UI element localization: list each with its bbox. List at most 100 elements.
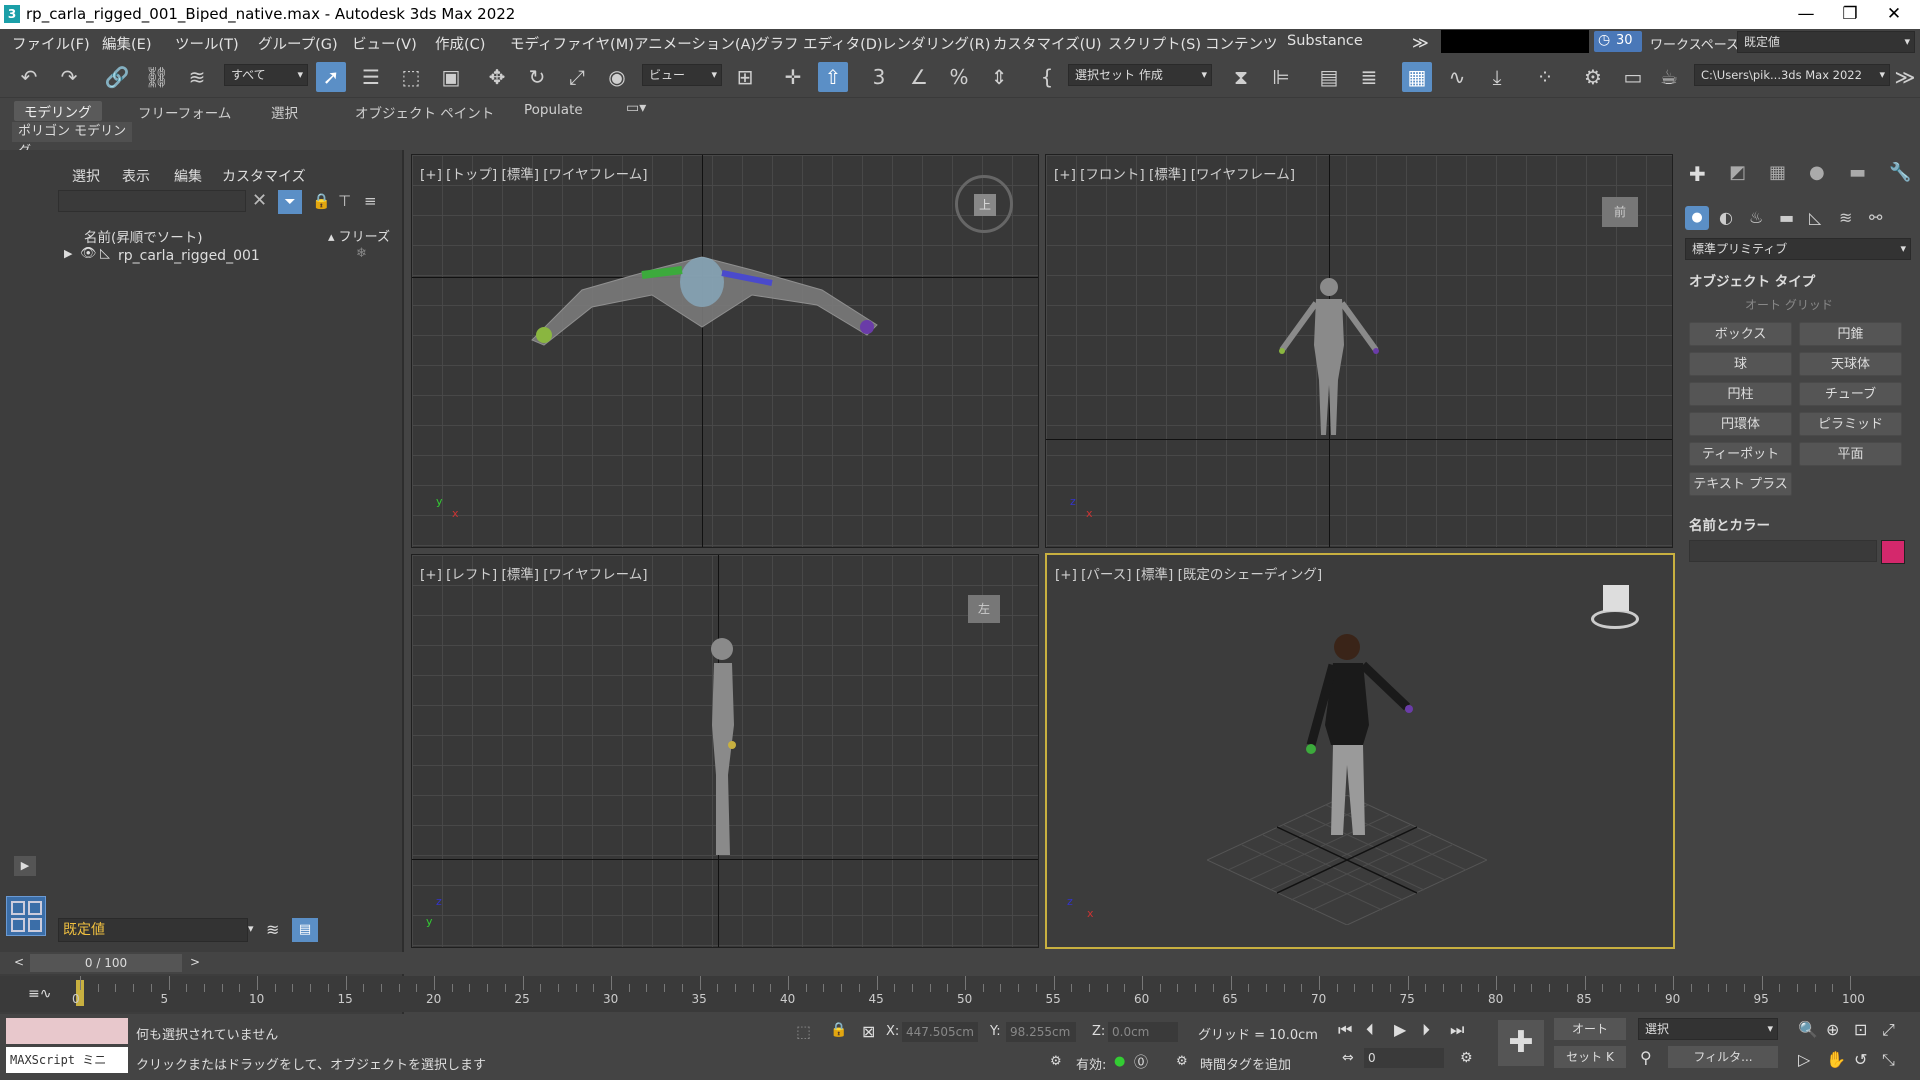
menu-group[interactable]: グループ(G) [258, 33, 338, 54]
scene-sort-icon[interactable]: ▤ [292, 918, 318, 942]
maximize-viewport-icon[interactable]: ⤡ [1882, 1050, 1895, 1070]
menu-create[interactable]: 作成(C) [435, 33, 485, 54]
menu-content[interactable]: コンテンツ [1205, 33, 1278, 54]
add-time-tag[interactable]: 時間タグを追加 [1200, 1054, 1291, 1073]
ribbon-toggle-icon[interactable]: ▦ [1402, 62, 1432, 92]
key-mode-icon[interactable]: ⚲ [1640, 1048, 1652, 1067]
play-icon[interactable]: ▶ [1394, 1020, 1406, 1039]
create-tab-icon[interactable]: ✚ [1689, 162, 1706, 186]
utilities-tab-icon[interactable]: 🔧 [1889, 162, 1911, 183]
autogrid-checkbox[interactable]: オート グリッド [1745, 296, 1833, 313]
time-configuration-icon[interactable]: ⚙ [1460, 1050, 1473, 1066]
project-path-dropdown[interactable]: C:\Users\pik...3ds Max 2022 [1694, 64, 1890, 86]
select-manipulate-icon[interactable]: ✛ [778, 62, 808, 92]
torus-button[interactable]: 円環体 [1689, 412, 1792, 436]
minimize-icon[interactable]: — [1784, 2, 1828, 26]
clock-badge[interactable]: ◷ 30 [1594, 31, 1642, 52]
move-icon[interactable]: ✥ [482, 62, 512, 92]
modify-tab-icon[interactable]: ◩ [1729, 162, 1746, 183]
scene-search-input[interactable] [58, 190, 246, 212]
align-icon[interactable]: ⊫ [1266, 62, 1296, 92]
maxscript-mini-input[interactable]: MAXScript ミニ [6, 1047, 128, 1073]
curve-editor-mini-icon[interactable]: ≡∿ [28, 986, 51, 1002]
percent-snap-icon[interactable]: % [944, 62, 974, 92]
zoom-extents-icon[interactable]: ⊡ [1854, 1020, 1867, 1039]
motion-tab-icon[interactable]: ● [1809, 162, 1825, 183]
toolbar-more-icon[interactable]: ≫ [1890, 62, 1920, 92]
lights-category-icon[interactable]: ♨ [1749, 208, 1763, 227]
viewport-label-top[interactable]: [+] [トップ] [標準] [ワイヤフレーム] [420, 163, 648, 183]
shapes-category-icon[interactable]: ◐ [1719, 208, 1733, 227]
geosphere-button[interactable]: 天球体 [1799, 352, 1902, 376]
unlink-icon[interactable]: ⛓ [142, 62, 172, 92]
orbit-icon[interactable]: ↺ [1854, 1050, 1867, 1069]
next-key-icon[interactable]: ⏵ [1422, 1020, 1430, 1040]
snaps-toggle-icon[interactable]: 3 [864, 62, 894, 92]
hierarchy-tab-icon[interactable]: ▦ [1769, 162, 1786, 183]
display-tab-icon[interactable]: ▬ [1849, 162, 1866, 183]
viewport-left[interactable]: [+] [レフト] [標準] [ワイヤフレーム] 左 z y [411, 554, 1039, 948]
visibility-eye-icon[interactable]: 👁 [80, 246, 97, 261]
tab-freeform[interactable]: フリーフォーム [138, 102, 231, 122]
layer-explorer-icon[interactable]: ≣ [1354, 62, 1384, 92]
spinner-snap-icon[interactable]: ⇕ [984, 62, 1014, 92]
scene-menu-select[interactable]: 選択 [72, 166, 100, 186]
account-box[interactable] [1441, 30, 1589, 53]
geometry-category-icon[interactable]: ● [1685, 206, 1709, 230]
named-selection-dropdown[interactable]: 選択セット 作成 [1068, 64, 1212, 86]
layers-icon[interactable]: ≋ [266, 920, 279, 939]
menu-modifiers[interactable]: モディファイヤ(M) [510, 33, 634, 54]
teapot-button[interactable]: ティーポット [1689, 442, 1792, 466]
column-name[interactable]: 名前(昇順でソート) [84, 226, 203, 246]
window-crossing-icon[interactable]: ▣ [436, 62, 466, 92]
zoom-all-icon[interactable]: ⊕ [1826, 1020, 1839, 1039]
fov-icon[interactable]: ▷ [1798, 1050, 1810, 1069]
selection-lock-icon[interactable]: 🔒 [830, 1022, 847, 1038]
menu-view[interactable]: ビュー(V) [352, 33, 417, 54]
object-color-swatch[interactable] [1881, 540, 1905, 564]
scene-menu-customize[interactable]: カスタマイズ [222, 166, 306, 186]
viewcube-left[interactable]: 左 [968, 595, 1000, 623]
bind-spacewarp-icon[interactable]: ≋ [182, 62, 212, 92]
helpers-category-icon[interactable]: ◺ [1809, 208, 1821, 227]
scale-icon[interactable]: ⤢ [562, 62, 592, 92]
scene-menu-edit[interactable]: 編集 [174, 166, 202, 186]
rollout-name-color[interactable]: 名前とカラー [1689, 514, 1770, 534]
viewport-front[interactable]: [+] [フロント] [標準] [ワイヤフレーム] 前 z x [1045, 154, 1673, 548]
next-frame-icon[interactable]: > [190, 955, 200, 969]
scene-menu-display[interactable]: 表示 [122, 166, 150, 186]
goto-end-icon[interactable]: ⏭ [1450, 1020, 1464, 1040]
polygon-modeling-panel[interactable]: ポリゴン モデリング [12, 122, 132, 159]
select-object-icon[interactable]: ➚ [316, 62, 346, 92]
filter-toggle-icon[interactable]: ⏷ [278, 190, 302, 214]
freeze-icon[interactable]: ❄ [356, 246, 367, 261]
layer-dropdown-arrow-icon[interactable]: ▾ [248, 922, 254, 935]
ribbon-options-icon[interactable]: ▭▾ [626, 100, 646, 120]
menu-substance[interactable]: Substance [1287, 33, 1363, 49]
rotate-icon[interactable]: ↻ [522, 62, 552, 92]
maxscript-listener[interactable] [6, 1018, 128, 1044]
spacewarps-category-icon[interactable]: ≋ [1839, 208, 1852, 227]
absolute-mode-icon[interactable]: ⊠ [862, 1022, 875, 1041]
goto-start-icon[interactable]: ⏮ [1338, 1020, 1352, 1040]
prev-key-icon[interactable]: ⏴ [1366, 1020, 1374, 1040]
tab-selection[interactable]: 選択 [271, 102, 298, 122]
viewcube-front[interactable]: 前 [1602, 197, 1638, 227]
object-name-input[interactable] [1689, 540, 1877, 562]
viewport-layout-icon[interactable] [6, 896, 46, 936]
select-by-name-icon[interactable]: ☰ [356, 62, 386, 92]
tab-modeling[interactable]: モデリング [14, 101, 102, 121]
tab-populate[interactable]: Populate [524, 102, 583, 122]
key-filter-dropdown[interactable]: 選択 [1638, 1018, 1778, 1040]
plane-button[interactable]: 平面 [1799, 442, 1902, 466]
menu-edit[interactable]: 編集(E) [102, 33, 151, 54]
expand-panel-icon[interactable]: ▶ [14, 856, 36, 876]
render-production-icon[interactable]: ☕ [1654, 62, 1684, 92]
pyramid-button[interactable]: ピラミッド [1799, 412, 1902, 436]
placement-icon[interactable]: ◉ [602, 62, 632, 92]
mirror-icon[interactable]: ⧗ [1226, 62, 1256, 92]
prev-frame-icon[interactable]: < [14, 955, 24, 969]
pivot-center-icon[interactable]: ⊞ [730, 62, 760, 92]
scene-list-item[interactable]: ▶ 👁 ◺ rp_carla_rigged_001 ❄ [56, 246, 394, 266]
layer-sort-icon[interactable]: ≡ [364, 192, 377, 210]
